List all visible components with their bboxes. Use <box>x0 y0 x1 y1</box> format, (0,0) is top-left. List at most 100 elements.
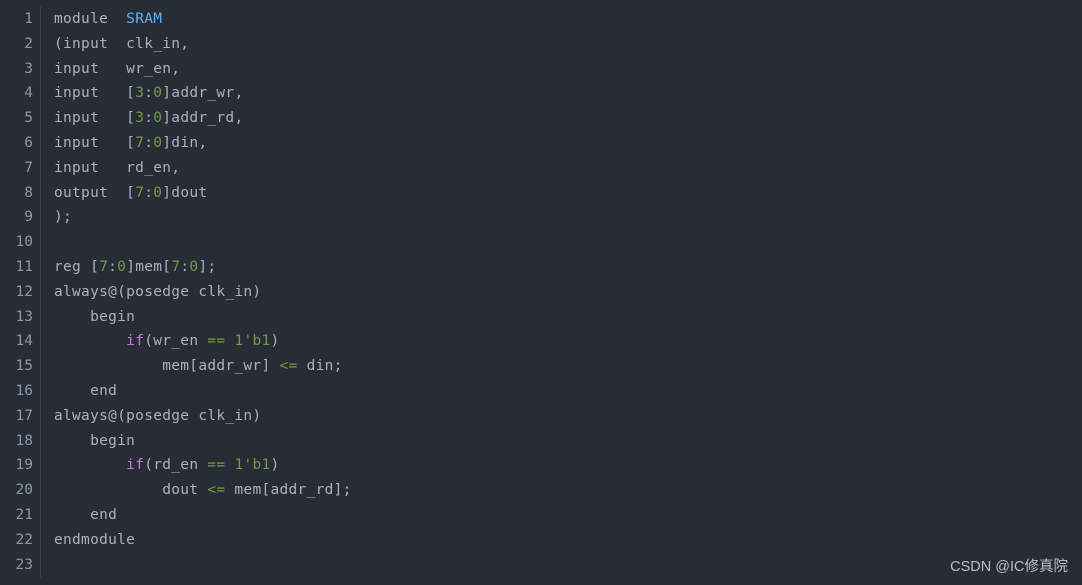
code-token-number: 7 <box>135 184 145 201</box>
line-number: 8 <box>24 184 33 201</box>
code-token-plain: end <box>54 506 118 523</box>
code-token-plain: (wr_en <box>144 333 208 350</box>
code-token-plain: ]; <box>198 258 217 275</box>
code-line-text[interactable]: input wr_en, <box>41 57 180 82</box>
code-token-keyword: if <box>126 457 145 474</box>
line-number: 13 <box>15 308 33 325</box>
code-line-text[interactable]: module SRAM <box>41 7 162 32</box>
code-token-number: 3 <box>135 85 145 102</box>
code-token-number: 0 <box>153 184 163 201</box>
code-line-text[interactable]: input [7:0]din, <box>41 131 207 156</box>
code-token-number: 1'b1 <box>234 333 271 350</box>
code-line: 14 if(wr_en == 1'b1) <box>0 329 1082 355</box>
code-line-text[interactable]: input [3:0]addr_rd, <box>41 106 243 131</box>
code-line-text[interactable]: reg [7:0]mem[7:0]; <box>41 255 216 280</box>
code-token-plain: : <box>144 184 154 201</box>
code-token-plain: ]dout <box>162 184 208 201</box>
code-token-plain: always@(posedge clk_in) <box>54 283 262 300</box>
line-number: 14 <box>15 333 33 350</box>
code-viewer[interactable]: 1 module SRAM 2 (input clk_in, 3 input wr_en,… <box>0 0 1082 585</box>
code-line: 12 always@(posedge clk_in) <box>0 279 1082 305</box>
code-line-text[interactable]: end <box>41 503 117 528</box>
line-number: 21 <box>15 506 33 523</box>
code-token-plain: input [ <box>54 85 136 102</box>
line-number: 23 <box>15 556 33 573</box>
code-line: 1 module SRAM <box>0 7 1082 32</box>
code-line: 4 input [3:0]addr_wr, <box>0 81 1082 107</box>
code-line-text[interactable]: if(wr_en == 1'b1) <box>41 329 280 354</box>
line-number: 17 <box>15 407 33 424</box>
code-token-plain: (input clk_in, <box>54 35 190 52</box>
code-line: 15 mem[addr_wr] <= din; <box>0 354 1082 379</box>
code-token-plain: mem[addr_rd]; <box>225 482 352 499</box>
code-token-number: 1'b1 <box>234 457 271 474</box>
code-line: 8 output [7:0]dout <box>0 180 1082 206</box>
code-token-number: 0 <box>153 134 163 151</box>
code-line: 3 input wr_en, <box>0 56 1082 82</box>
code-token-plain: ]addr_wr, <box>162 85 244 102</box>
code-token-number: 0 <box>153 110 163 127</box>
code-line-text[interactable]: if(rd_en == 1'b1) <box>41 453 280 478</box>
code-line-text[interactable]: end <box>41 379 117 404</box>
code-line-text[interactable]: endmodule <box>41 528 135 553</box>
code-token-plain: output [ <box>54 184 136 201</box>
line-number: 20 <box>15 482 33 499</box>
code-line: 23 <box>0 552 1082 578</box>
code-token-operator: <= <box>279 358 298 375</box>
line-number: 2 <box>24 35 33 52</box>
code-line-text[interactable]: input [3:0]addr_wr, <box>41 81 243 106</box>
line-number: 4 <box>24 85 33 102</box>
code-line: 13 begin <box>0 304 1082 330</box>
code-token-plain: : <box>144 85 154 102</box>
code-line: 6 input [7:0]din, <box>0 130 1082 156</box>
code-line-list: 1 module SRAM 2 (input clk_in, 3 input wr_en,… <box>0 7 1082 578</box>
code-line-text[interactable]: always@(posedge clk_in) <box>41 404 261 429</box>
line-number: 19 <box>15 457 33 474</box>
line-number: 22 <box>15 531 33 548</box>
code-line: 18 begin <box>0 428 1082 454</box>
code-token-plain: end <box>54 382 118 399</box>
line-number: 9 <box>24 209 33 226</box>
code-line-text[interactable]: mem[addr_wr] <= din; <box>41 354 343 379</box>
code-token-number: 3 <box>135 110 145 127</box>
code-line-text[interactable]: (input clk_in, <box>41 32 189 57</box>
line-number: 10 <box>15 234 33 251</box>
code-token-plain: reg [ <box>54 258 100 275</box>
code-line-text[interactable]: always@(posedge clk_in) <box>41 280 261 305</box>
code-line: 9); <box>0 205 1082 231</box>
code-line-text[interactable] <box>41 553 63 578</box>
code-token-operator: == <box>207 333 226 350</box>
code-line: 2 (input clk_in, <box>0 31 1082 57</box>
code-token-plain: (rd_en <box>144 457 208 474</box>
watermark: CSDN @IC修真院 <box>950 559 1068 575</box>
code-token-plain: ]mem[ <box>126 258 172 275</box>
code-line-text[interactable]: dout <= mem[addr_rd]; <box>41 478 352 503</box>
code-line: 7 input rd_en, <box>0 155 1082 181</box>
code-line-text[interactable]: begin <box>41 305 135 330</box>
line-number: 15 <box>15 358 33 375</box>
line-number: 7 <box>24 159 33 176</box>
line-number: 18 <box>15 432 33 449</box>
code-token-number: 7 <box>99 258 109 275</box>
code-line-text[interactable] <box>41 230 63 255</box>
code-token-plain: begin <box>54 432 136 449</box>
code-token-number: 0 <box>153 85 163 102</box>
code-token-plain: module <box>54 11 127 27</box>
line-number: 11 <box>15 258 33 275</box>
code-token-operator: == <box>207 457 226 474</box>
code-token-plain: begin <box>54 308 136 325</box>
code-token-plain: din; <box>297 358 343 375</box>
code-line: 20 dout <= mem[addr_rd]; <box>0 478 1082 503</box>
code-line: 16 end <box>0 378 1082 404</box>
code-line: 22 endmodule <box>0 527 1082 553</box>
code-token-plain: ); <box>54 209 73 226</box>
code-token-number: 7 <box>135 134 145 151</box>
code-line-text[interactable]: begin <box>41 429 135 454</box>
line-number: 1 <box>24 11 33 27</box>
code-token-plain: input [ <box>54 134 136 151</box>
code-line-text[interactable]: output [7:0]dout <box>41 181 207 206</box>
code-line-text[interactable]: ); <box>41 205 72 230</box>
code-line-text[interactable]: input rd_en, <box>41 156 180 181</box>
code-token-plain: always@(posedge clk_in) <box>54 407 262 424</box>
